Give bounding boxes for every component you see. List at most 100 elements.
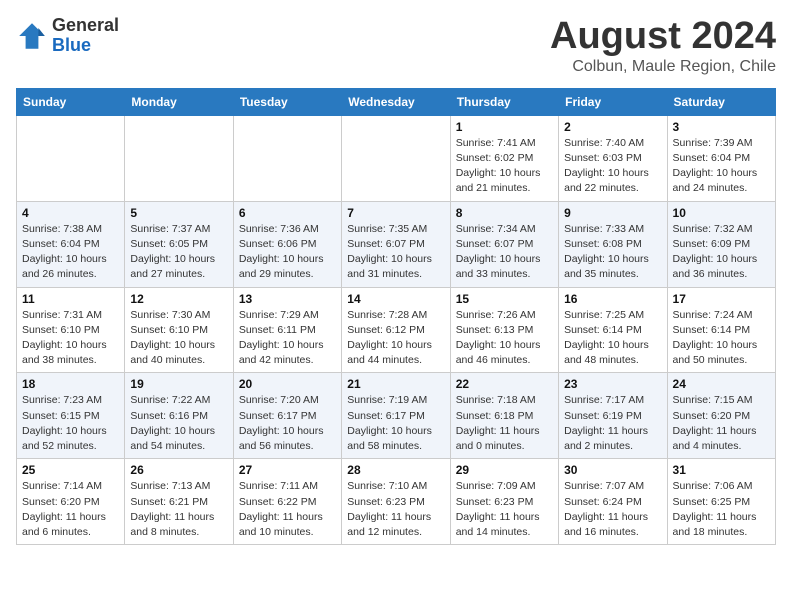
title-block: August 2024 Colbun, Maule Region, Chile: [550, 16, 776, 76]
day-cell: 11Sunrise: 7:31 AM Sunset: 6:10 PM Dayli…: [17, 287, 125, 373]
day-cell: 3 Sunrise: 7:39 AM Sunset: 6:04 PM Daylig…: [667, 115, 775, 201]
day-info: Sunrise: 7:06 AM Sunset: 6:25 PM Dayligh…: [673, 479, 770, 540]
logo-text: General Blue: [52, 16, 119, 56]
day-number: 4: [22, 206, 119, 220]
col-header-wednesday: Wednesday: [342, 88, 450, 115]
day-info: Sunrise: 7:17 AM Sunset: 6:19 PM Dayligh…: [564, 393, 661, 454]
day-cell: 9Sunrise: 7:33 AM Sunset: 6:08 PM Daylig…: [559, 201, 667, 287]
day-number: 30: [564, 463, 661, 477]
day-cell: 28 Sunrise: 7:10 AM Sunset: 6:23 PM Dayli…: [342, 459, 450, 545]
day-cell: 23Sunrise: 7:17 AM Sunset: 6:19 PM Dayli…: [559, 373, 667, 459]
day-cell: [342, 115, 450, 201]
day-cell: 7 Sunrise: 7:35 AM Sunset: 6:07 PM Daylig…: [342, 201, 450, 287]
day-info: Sunrise: 7:30 AM Sunset: 6:10 PM Dayligh…: [130, 308, 227, 369]
day-cell: 16 Sunrise: 7:25 AM Sunset: 6:14 PM Dayli…: [559, 287, 667, 373]
day-number: 31: [673, 463, 770, 477]
location: Colbun, Maule Region, Chile: [550, 58, 776, 76]
day-number: 14: [347, 292, 444, 306]
week-row-3: 11Sunrise: 7:31 AM Sunset: 6:10 PM Dayli…: [17, 287, 776, 373]
day-cell: 12 Sunrise: 7:30 AM Sunset: 6:10 PM Dayli…: [125, 287, 233, 373]
day-cell: 13Sunrise: 7:29 AM Sunset: 6:11 PM Dayli…: [233, 287, 341, 373]
day-cell: 27Sunrise: 7:11 AM Sunset: 6:22 PM Dayli…: [233, 459, 341, 545]
day-number: 7: [347, 206, 444, 220]
day-info: Sunrise: 7:39 AM Sunset: 6:04 PM Dayligh…: [673, 136, 770, 197]
day-cell: 8Sunrise: 7:34 AM Sunset: 6:07 PM Daylig…: [450, 201, 558, 287]
page-header: General Blue August 2024 Colbun, Maule R…: [16, 16, 776, 76]
day-number: 16: [564, 292, 661, 306]
day-number: 10: [673, 206, 770, 220]
header-row: SundayMondayTuesdayWednesdayThursdayFrid…: [17, 88, 776, 115]
col-header-saturday: Saturday: [667, 88, 775, 115]
day-cell: 26 Sunrise: 7:13 AM Sunset: 6:21 PM Dayli…: [125, 459, 233, 545]
day-cell: [17, 115, 125, 201]
day-info: Sunrise: 7:35 AM Sunset: 6:07 PM Dayligh…: [347, 222, 444, 283]
day-cell: 25 Sunrise: 7:14 AM Sunset: 6:20 PM Dayli…: [17, 459, 125, 545]
day-info: Sunrise: 7:33 AM Sunset: 6:08 PM Dayligh…: [564, 222, 661, 283]
day-info: Sunrise: 7:38 AM Sunset: 6:04 PM Dayligh…: [22, 222, 119, 283]
day-cell: 6 Sunrise: 7:36 AM Sunset: 6:06 PM Daylig…: [233, 201, 341, 287]
day-number: 28: [347, 463, 444, 477]
day-cell: 30 Sunrise: 7:07 AM Sunset: 6:24 PM Dayli…: [559, 459, 667, 545]
day-info: Sunrise: 7:31 AM Sunset: 6:10 PM Dayligh…: [22, 308, 119, 369]
logo: General Blue: [16, 16, 119, 56]
day-info: Sunrise: 7:32 AM Sunset: 6:09 PM Dayligh…: [673, 222, 770, 283]
day-number: 25: [22, 463, 119, 477]
day-number: 12: [130, 292, 227, 306]
day-cell: 29 Sunrise: 7:09 AM Sunset: 6:23 PM Dayli…: [450, 459, 558, 545]
day-info: Sunrise: 7:15 AM Sunset: 6:20 PM Dayligh…: [673, 393, 770, 454]
day-cell: 17Sunrise: 7:24 AM Sunset: 6:14 PM Dayli…: [667, 287, 775, 373]
day-cell: 22Sunrise: 7:18 AM Sunset: 6:18 PM Dayli…: [450, 373, 558, 459]
day-info: Sunrise: 7:14 AM Sunset: 6:20 PM Dayligh…: [22, 479, 119, 540]
day-number: 29: [456, 463, 553, 477]
day-number: 24: [673, 377, 770, 391]
day-cell: 5Sunrise: 7:37 AM Sunset: 6:05 PM Daylig…: [125, 201, 233, 287]
logo-icon: [16, 20, 48, 52]
day-cell: [233, 115, 341, 201]
day-info: Sunrise: 7:34 AM Sunset: 6:07 PM Dayligh…: [456, 222, 553, 283]
day-info: Sunrise: 7:23 AM Sunset: 6:15 PM Dayligh…: [22, 393, 119, 454]
day-info: Sunrise: 7:36 AM Sunset: 6:06 PM Dayligh…: [239, 222, 336, 283]
day-cell: 4 Sunrise: 7:38 AM Sunset: 6:04 PM Daylig…: [17, 201, 125, 287]
day-cell: 31 Sunrise: 7:06 AM Sunset: 6:25 PM Dayli…: [667, 459, 775, 545]
day-cell: 21Sunrise: 7:19 AM Sunset: 6:17 PM Dayli…: [342, 373, 450, 459]
day-info: Sunrise: 7:10 AM Sunset: 6:23 PM Dayligh…: [347, 479, 444, 540]
day-info: Sunrise: 7:11 AM Sunset: 6:22 PM Dayligh…: [239, 479, 336, 540]
day-info: Sunrise: 7:07 AM Sunset: 6:24 PM Dayligh…: [564, 479, 661, 540]
day-number: 3: [673, 120, 770, 134]
month-title: August 2024: [550, 16, 776, 58]
week-row-2: 4 Sunrise: 7:38 AM Sunset: 6:04 PM Daylig…: [17, 201, 776, 287]
col-header-monday: Monday: [125, 88, 233, 115]
day-info: Sunrise: 7:09 AM Sunset: 6:23 PM Dayligh…: [456, 479, 553, 540]
day-info: Sunrise: 7:37 AM Sunset: 6:05 PM Dayligh…: [130, 222, 227, 283]
day-number: 26: [130, 463, 227, 477]
day-number: 13: [239, 292, 336, 306]
day-number: 18: [22, 377, 119, 391]
day-info: Sunrise: 7:13 AM Sunset: 6:21 PM Dayligh…: [130, 479, 227, 540]
day-info: Sunrise: 7:26 AM Sunset: 6:13 PM Dayligh…: [456, 308, 553, 369]
col-header-tuesday: Tuesday: [233, 88, 341, 115]
day-number: 19: [130, 377, 227, 391]
day-info: Sunrise: 7:28 AM Sunset: 6:12 PM Dayligh…: [347, 308, 444, 369]
col-header-sunday: Sunday: [17, 88, 125, 115]
day-cell: 10 Sunrise: 7:32 AM Sunset: 6:09 PM Dayli…: [667, 201, 775, 287]
calendar-table: SundayMondayTuesdayWednesdayThursdayFrid…: [16, 88, 776, 545]
day-number: 17: [673, 292, 770, 306]
day-cell: 20Sunrise: 7:20 AM Sunset: 6:17 PM Dayli…: [233, 373, 341, 459]
day-info: Sunrise: 7:40 AM Sunset: 6:03 PM Dayligh…: [564, 136, 661, 197]
day-number: 21: [347, 377, 444, 391]
day-cell: [125, 115, 233, 201]
day-cell: 24 Sunrise: 7:15 AM Sunset: 6:20 PM Dayli…: [667, 373, 775, 459]
day-number: 1: [456, 120, 553, 134]
week-row-5: 25 Sunrise: 7:14 AM Sunset: 6:20 PM Dayli…: [17, 459, 776, 545]
day-info: Sunrise: 7:22 AM Sunset: 6:16 PM Dayligh…: [130, 393, 227, 454]
day-info: Sunrise: 7:25 AM Sunset: 6:14 PM Dayligh…: [564, 308, 661, 369]
day-cell: 15 Sunrise: 7:26 AM Sunset: 6:13 PM Dayli…: [450, 287, 558, 373]
day-number: 20: [239, 377, 336, 391]
day-cell: 19 Sunrise: 7:22 AM Sunset: 6:16 PM Dayli…: [125, 373, 233, 459]
day-number: 2: [564, 120, 661, 134]
week-row-1: 1Sunrise: 7:41 AM Sunset: 6:02 PM Daylig…: [17, 115, 776, 201]
day-number: 22: [456, 377, 553, 391]
col-header-thursday: Thursday: [450, 88, 558, 115]
day-number: 15: [456, 292, 553, 306]
day-number: 6: [239, 206, 336, 220]
